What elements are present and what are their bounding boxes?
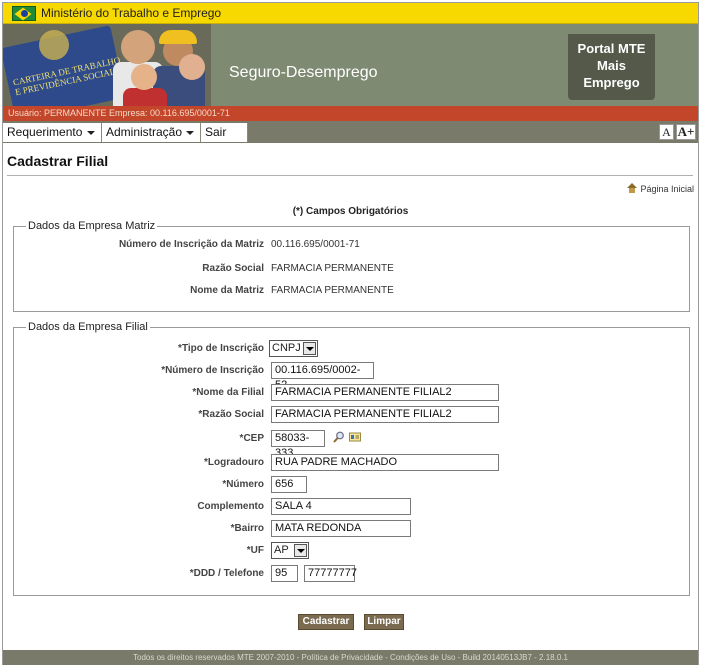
ministry-bar: Ministério do Trabalho e Emprego	[3, 3, 698, 24]
dropdown-arrow-icon	[303, 342, 316, 355]
numero-endereco-label: *Número	[222, 479, 264, 490]
tipo-inscricao-label: *Tipo de Inscrição	[178, 343, 264, 354]
title-divider	[7, 175, 693, 176]
complemento-input[interactable]: SALA 4	[271, 498, 411, 515]
menu-administracao[interactable]: Administração	[102, 123, 201, 142]
bairro-label: *Bairro	[230, 523, 264, 534]
cep-label: *CEP	[239, 433, 264, 444]
matriz-numero-label: Número de Inscrição da Matriz	[118, 239, 264, 250]
banner-photo: CARTEIRA DE TRABALHO E PREVIDÊNCIA SOCIA…	[3, 24, 211, 106]
telefone-label: *DDD / Telefone	[189, 568, 264, 579]
telefone-input[interactable]: 77777777	[304, 565, 357, 582]
cadastrar-button[interactable]: Cadastrar	[298, 614, 354, 630]
service-title: Seguro-Desemprego	[229, 64, 378, 81]
main-menu: Requerimento Administração Sair A A+	[3, 121, 698, 143]
page-title: Cadastrar Filial	[7, 153, 109, 169]
numero-inscricao-label: *Número de Inscrição	[161, 365, 264, 376]
logradouro-input[interactable]: RUA PADRE MACHADO	[271, 454, 499, 471]
header-banner: CARTEIRA DE TRABALHO E PREVIDÊNCIA SOCIA…	[3, 24, 698, 106]
portal-mte-logo[interactable]: Portal MTE Mais Emprego	[568, 34, 655, 100]
ministry-name: Ministério do Trabalho e Emprego	[41, 6, 222, 20]
user-info-bar: Usuário: PERMANENTE Empresa: 00.116.695/…	[3, 106, 698, 121]
chevron-down-icon	[87, 131, 95, 135]
required-fields-note: (*) Campos Obrigatórios	[292, 206, 409, 217]
logradouro-label: *Logradouro	[204, 457, 264, 468]
menu-requerimento[interactable]: Requerimento	[3, 123, 102, 142]
home-icon	[627, 183, 638, 193]
matriz-razao-value: FARMACIA PERMANENTE	[271, 263, 394, 274]
razao-social-input[interactable]: FARMACIA PERMANENTE FILIAL2	[271, 406, 499, 423]
matriz-nome-value: FARMACIA PERMANENTE	[271, 285, 394, 296]
matriz-nome-label: Nome da Matriz	[190, 285, 264, 296]
nome-filial-input[interactable]: FARMACIA PERMANENTE FILIAL2	[271, 384, 499, 401]
cep-input[interactable]: 58033-333	[271, 430, 325, 459]
menu-sair[interactable]: Sair	[201, 123, 248, 142]
limpar-button[interactable]: Limpar	[364, 614, 404, 630]
complemento-label: Complemento	[197, 501, 264, 512]
matriz-numero-value: 00.116.695/0001-71	[271, 239, 360, 250]
uf-select[interactable]: AP	[271, 542, 309, 559]
page-frame: Ministério do Trabalho e Emprego CARTEIR…	[2, 2, 699, 665]
brazil-flag-icon	[12, 6, 36, 21]
numero-endereco-input[interactable]: 656	[271, 476, 307, 493]
ddd-input[interactable]: 95	[271, 565, 298, 582]
chevron-down-icon	[186, 131, 194, 135]
nome-filial-label: *Nome da Filial	[192, 387, 264, 398]
font-decrease-button[interactable]: A	[659, 124, 674, 140]
search-cep-icon[interactable]	[333, 431, 345, 443]
razao-social-label: *Razão Social	[198, 409, 264, 420]
footer: Todos os direitos reservados MTE 2007-20…	[3, 650, 698, 665]
home-link[interactable]: Página Inicial	[627, 183, 694, 194]
matriz-razao-label: Razão Social	[202, 263, 264, 274]
numero-inscricao-input[interactable]: 00.116.695/0002-52	[271, 362, 374, 391]
tipo-inscricao-select[interactable]: CNPJ	[269, 340, 318, 357]
bairro-input[interactable]: MATA REDONDA	[271, 520, 411, 537]
filial-legend: Dados da Empresa Filial	[28, 321, 148, 333]
address-lookup-icon[interactable]	[349, 431, 361, 443]
matriz-legend: Dados da Empresa Matriz	[28, 220, 156, 232]
font-increase-button[interactable]: A+	[676, 124, 696, 140]
dropdown-arrow-icon	[294, 544, 307, 557]
uf-label: *UF	[246, 545, 264, 556]
